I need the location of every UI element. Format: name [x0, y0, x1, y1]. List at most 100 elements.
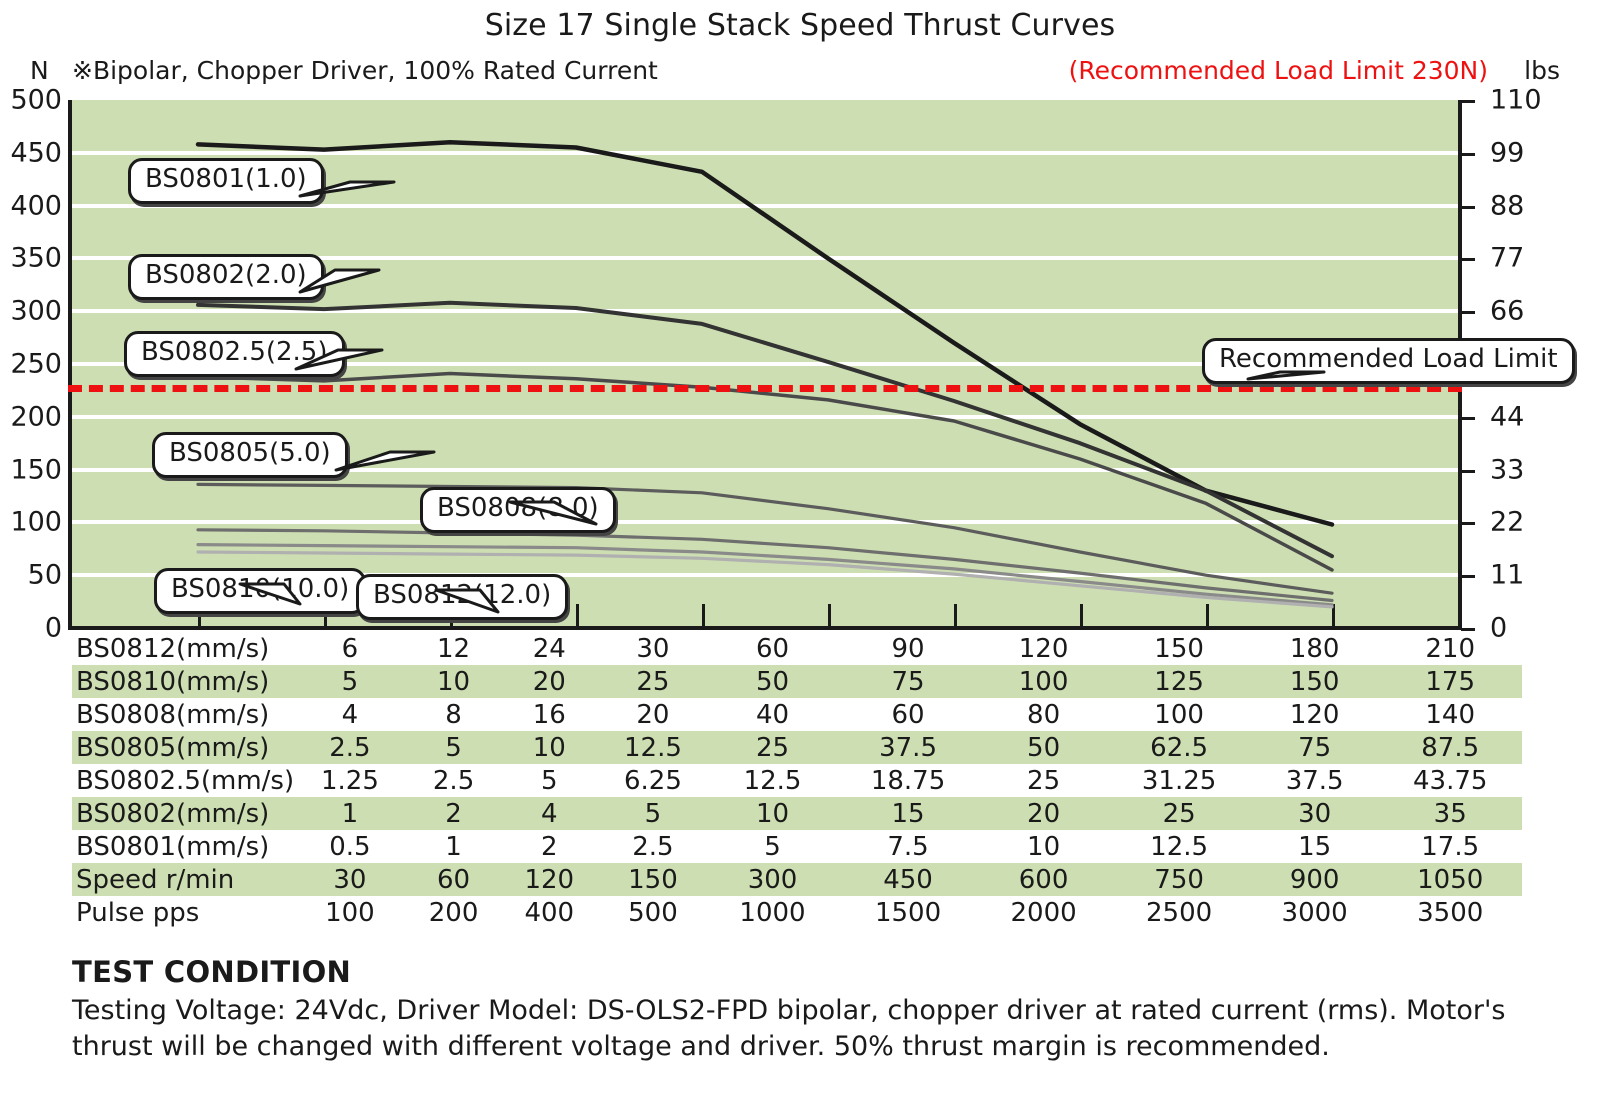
table-cell: 100 [325, 897, 375, 928]
table-cell: 43.75 [1412, 765, 1488, 796]
y-tick-mark-right [1461, 522, 1475, 526]
callout-bs0808[interactable]: BS0808(8.0) [420, 487, 616, 533]
table-cell: 50 [979, 731, 1108, 764]
y-tick-mark-right [1461, 416, 1475, 420]
table-row-label: Speed r/min [72, 863, 295, 896]
table-row-label: BS0805(mm/s) [72, 731, 295, 764]
table-cell: 120 [501, 863, 598, 896]
y-tick-label-right: 99 [1490, 137, 1525, 169]
table-row: BS0802.5(mm/s) 1.25 2.5 5 6.25 12.5 18.75 25 31.… [72, 764, 1522, 797]
speed-thrust-curve-page: Size 17 Single Stack Speed Thrust Curves… [0, 0, 1600, 1097]
table-cell: 24 [532, 633, 566, 664]
table-cell: 10 [1027, 831, 1061, 862]
table-cell: 30 [636, 633, 670, 664]
table-cell: 35 [1378, 797, 1522, 830]
table-cell: 15 [836, 797, 980, 830]
table-cell: 7.5 [887, 831, 929, 862]
table-cell: 12.5 [743, 765, 802, 796]
table-cell: 120 [1289, 699, 1340, 730]
table-cell: 25 [597, 665, 709, 698]
y-tick-label-left: 150 [10, 454, 62, 486]
y-tick-mark-right [1461, 575, 1475, 579]
callout-load-limit[interactable]: Recommended Load Limit [1202, 338, 1575, 384]
table-cell: 12 [437, 633, 471, 664]
table-cell: 750 [1107, 863, 1251, 896]
table-cell: 600 [979, 863, 1108, 896]
table-cell: 80 [1027, 699, 1061, 730]
table-cell: 18.75 [870, 765, 946, 796]
table-cell: 2 [405, 797, 502, 830]
table-cell: 450 [836, 863, 980, 896]
table-cell: 8 [445, 699, 462, 730]
callout-bs0805[interactable]: BS0805(5.0) [152, 432, 348, 478]
y-tick-label-right: 77 [1490, 242, 1525, 274]
table-cell: 120 [1018, 633, 1069, 664]
table-cell: 60 [891, 699, 925, 730]
callout-bs0810[interactable]: BS0810(10.0) [154, 568, 367, 614]
callout-bs0812[interactable]: BS0812(12.0) [356, 574, 569, 620]
table-cell: 20 [636, 699, 670, 730]
table-cell: 75 [836, 665, 980, 698]
table-row-label: BS0808(mm/s) [76, 699, 270, 730]
table-cell: 30 [294, 863, 406, 896]
y-tick-mark-right [1461, 205, 1475, 209]
test-condition-heading: TEST CONDITION [72, 955, 352, 989]
table-cell: 37.5 [1285, 765, 1344, 796]
table-cell: 16 [532, 699, 566, 730]
table-cell: 5 [541, 765, 558, 796]
table-cell: 31.25 [1141, 765, 1217, 796]
table-cell: 6.25 [623, 765, 682, 796]
y-tick-mark-right [1461, 100, 1475, 103]
table-cell: 0.5 [329, 831, 371, 862]
table-cell: 140 [1425, 699, 1476, 730]
table-cell: 2.5 [432, 765, 475, 796]
callout-bs0802-5[interactable]: BS0802.5(2.5) [124, 331, 345, 377]
table-cell: 25 [708, 731, 837, 764]
y-tick-label-left: 400 [10, 190, 62, 222]
table-cell: 3500 [1417, 897, 1484, 928]
table-cell: 2.5 [632, 831, 674, 862]
table-cell: 125 [1107, 665, 1251, 698]
table-row-label: BS0802.5(mm/s) [76, 765, 295, 796]
table-cell: 5 [764, 831, 781, 862]
table-row: BS0808(mm/s) 4 8 16 20 40 60 80 100 120 140 [72, 698, 1522, 731]
table-cell: 175 [1378, 665, 1522, 698]
recommended-load-limit-note: (Recommended Load Limit 230N) [1068, 56, 1488, 85]
table-cell: 40 [755, 699, 790, 730]
table-cell: 1050 [1378, 863, 1522, 896]
table-cell: 25 [1027, 765, 1061, 796]
y-tick-mark-right [1461, 258, 1475, 262]
table-cell: 60 [755, 633, 790, 664]
callout-bs0801[interactable]: BS0801(1.0) [128, 158, 324, 204]
table-cell: 20 [979, 797, 1108, 830]
table-cell: 4 [501, 797, 598, 830]
y-tick-mark-right [1461, 311, 1475, 315]
y-tick-label-right: 33 [1490, 454, 1525, 486]
table-cell: 1500 [874, 897, 942, 928]
table-cell: 2500 [1146, 897, 1213, 928]
y-tick-mark-right [1461, 152, 1475, 156]
table-cell: 150 [1154, 633, 1204, 664]
table-row-label: BS0801(mm/s) [76, 831, 270, 862]
table-cell: 12.5 [597, 731, 709, 764]
table-row: Speed r/min 30 60 120 150 300 450 600 750 900 1050 [72, 863, 1522, 896]
y-tick-label-left: 0 [44, 612, 62, 644]
y-tick-label-right: 44 [1490, 401, 1525, 433]
y-tick-label-right: 88 [1490, 190, 1525, 222]
table-cell: 15 [1298, 831, 1332, 862]
table-cell: 4 [341, 699, 359, 730]
table-row-label: BS0802(mm/s) [72, 797, 295, 830]
chart-plot-area: 0050111002215033200442505530066350774008… [0, 85, 1600, 644]
y-tick-label-left: 350 [10, 242, 62, 274]
y-tick-label-left: 250 [10, 348, 62, 380]
table-row-label: Pulse pps [76, 897, 200, 928]
table-row: BS0812(mm/s) 6 12 24 30 60 90 120 150 180 210 [72, 632, 1522, 665]
table-row: BS0802(mm/s) 1 2 4 5 10 15 20 25 30 35 [72, 797, 1522, 830]
table-cell: 17.5 [1421, 831, 1480, 862]
y-tick-label-left: 200 [10, 401, 62, 433]
table-cell: 400 [524, 897, 575, 928]
table-cell: 300 [708, 863, 837, 896]
table-cell: 2000 [1010, 897, 1077, 928]
table-cell: 60 [405, 863, 502, 896]
callout-bs0802[interactable]: BS0802(2.0) [128, 254, 324, 300]
